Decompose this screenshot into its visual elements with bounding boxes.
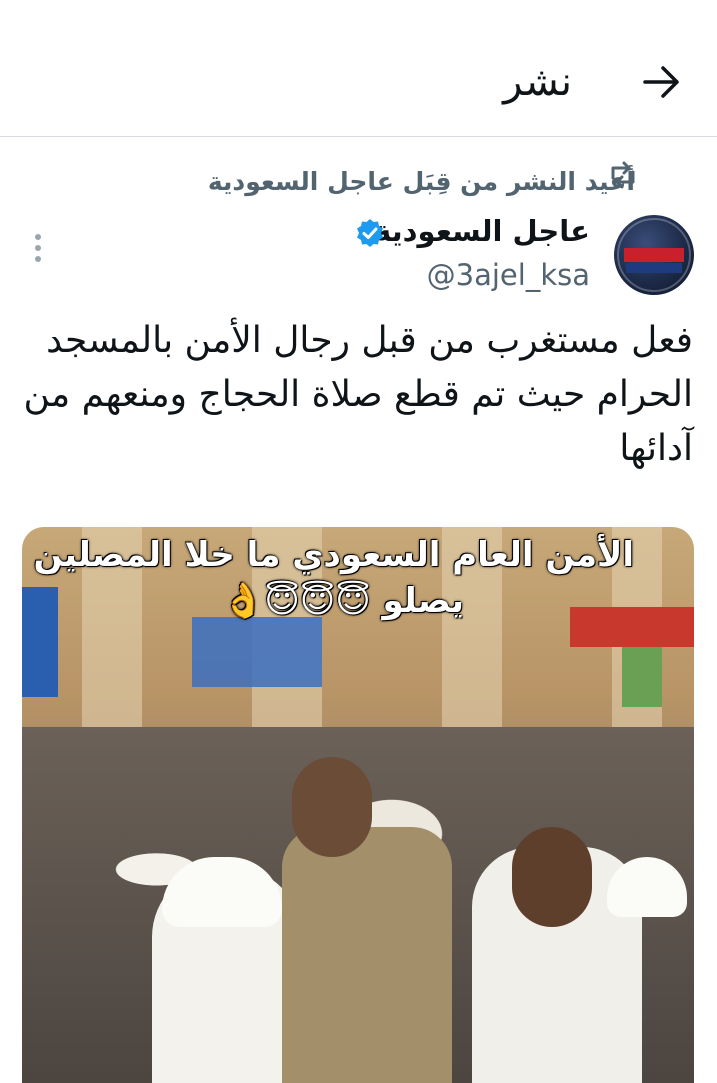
more-dot: [35, 245, 41, 251]
more-dot: [35, 256, 41, 262]
red-sign: [570, 607, 694, 647]
display-screen: [192, 617, 322, 687]
video-caption-line1: الأمن العام السعودي ما خلا المصلين: [33, 535, 634, 575]
avatar-logo-band: [624, 248, 684, 262]
video-caption-line2: يصلو 😇😇😇👌: [222, 581, 464, 621]
green-light: [622, 647, 662, 707]
pilgrim-head: [512, 827, 592, 927]
author-display-name[interactable]: عاجل السعودية: [374, 212, 590, 250]
verified-badge-icon[interactable]: [355, 218, 385, 248]
top-bar: نشر: [0, 0, 717, 137]
avatar[interactable]: [614, 215, 694, 295]
more-options-button[interactable]: [26, 228, 50, 268]
retweet-context[interactable]: أعيد النشر من قِبَل عاجل السعودية: [208, 166, 635, 198]
tweet-video[interactable]: الأمن العام السعودي ما خلا المصلين يصلو …: [22, 527, 694, 1083]
avatar-logo-band-secondary: [626, 263, 682, 273]
security-officer: [282, 827, 452, 1083]
page-title: نشر: [503, 59, 572, 105]
retweet-icon: [611, 161, 635, 189]
blue-sign: [22, 587, 58, 697]
back-button[interactable]: [640, 60, 684, 104]
tweet-text: فعل مستغرب من قبل رجال الأمن بالمسجد الح…: [23, 320, 693, 469]
security-officer-head: [292, 757, 372, 857]
more-dot: [35, 234, 41, 240]
author-handle[interactable]: @3ajel_ksa: [427, 256, 590, 294]
retweet-label: أعيد النشر من قِبَل عاجل السعودية: [207, 167, 635, 196]
arrow-right-icon: [643, 66, 679, 98]
